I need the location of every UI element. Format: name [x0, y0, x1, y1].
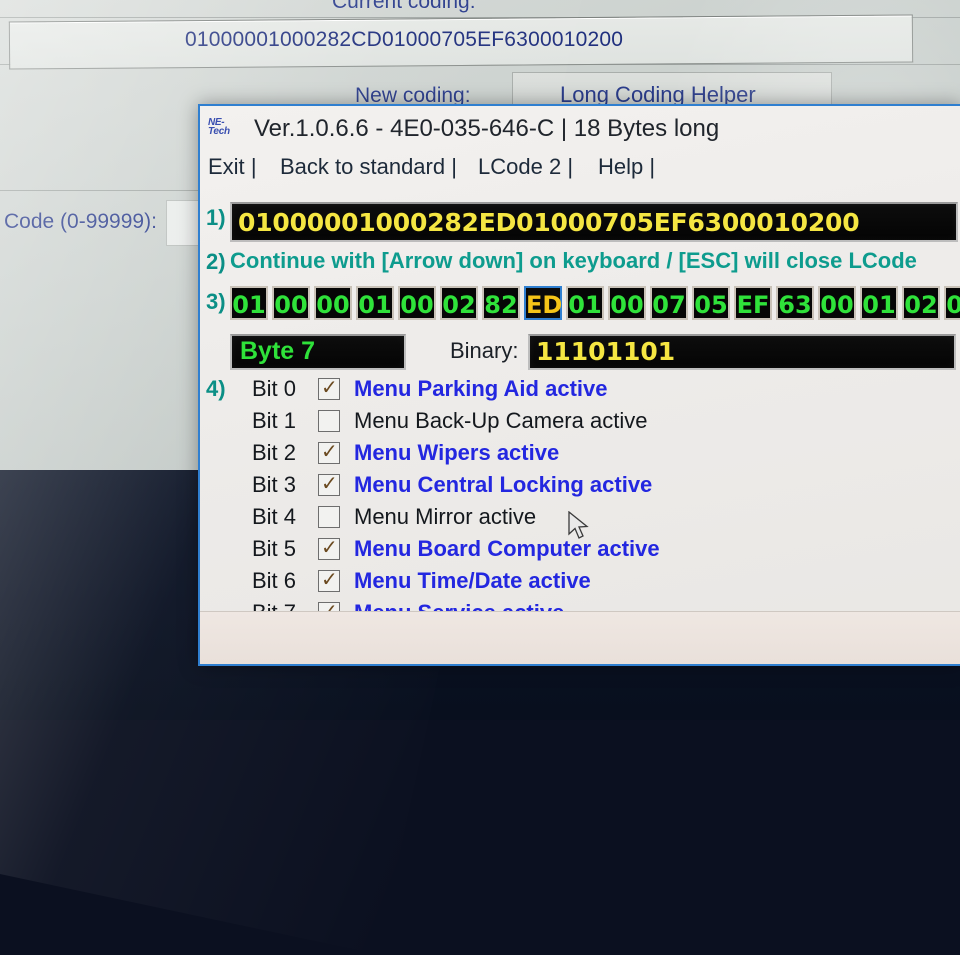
check-icon: ✓ [321, 535, 338, 559]
bit-label-0: Bit 0 [252, 376, 297, 401]
lcode-window: NE- Tech Ver.1.0.6.6 - 4E0-035-646-C | 1… [198, 104, 960, 666]
selected-byte-label: Byte 7 [240, 337, 316, 365]
check-icon: ✓ [321, 567, 338, 591]
step-number-2: 2) [206, 249, 226, 274]
bit-checkbox-4[interactable] [318, 506, 340, 528]
bit-checkbox-5[interactable]: ✓ [318, 535, 340, 560]
netech-logo: NE- Tech [208, 118, 230, 137]
byte-cell-0[interactable]: 01 [230, 286, 268, 320]
bit-label-4: Bit 4 [252, 504, 297, 529]
long-code-value: 01000001000282ED01000705EF6300010200 [238, 208, 860, 237]
bit-row-1: Bit 1 Menu Back-Up Camera active [230, 406, 930, 438]
binary-value: 11101101 [536, 337, 676, 366]
byte-cell-14[interactable]: 00 [818, 286, 856, 320]
bit-checkbox-1[interactable] [318, 410, 340, 432]
bit-list: Bit 0 ✓ Menu Parking Aid active Bit 1 Menu B… [230, 374, 930, 630]
photographed-screen: Current coding: 01000001000282CD01000705… [0, 0, 960, 955]
bit-description-3: Menu Central Locking active [354, 472, 653, 497]
bit-description-0: Menu Parking Aid active [354, 376, 608, 401]
byte-cell-4[interactable]: 00 [398, 286, 436, 320]
long-code-field[interactable]: 01000001000282ED01000705EF6300010200 [230, 202, 958, 242]
current-coding-value: 01000001000282CD01000705EF6300010200 [185, 28, 624, 51]
check-icon: ✓ [321, 439, 338, 463]
check-icon: ✓ [321, 471, 338, 495]
bit-label-3: Bit 3 [252, 472, 297, 497]
byte-cell-5[interactable]: 02 [440, 286, 478, 320]
bit-label-1: Bit 1 [252, 408, 297, 433]
instruction-text: Continue with [Arrow down] on keyboard /… [230, 248, 917, 273]
menu-sep-0: | [250, 154, 257, 179]
bit-checkbox-2[interactable]: ✓ [318, 439, 340, 464]
lcode-bottom-panel [200, 611, 960, 664]
menu-item-exit[interactable]: Exit | [208, 154, 257, 180]
lcode-titlebar: NE- Tech Ver.1.0.6.6 - 4E0-035-646-C | 1… [200, 106, 960, 154]
code-range-label: Code (0-99999): [4, 210, 157, 233]
byte-row: 01000001000282ED01000705EF6300010200 [230, 286, 960, 324]
bit-description-5: Menu Board Computer active [354, 536, 660, 561]
bit-row-6: Bit 6 ✓ Menu Time/Date active [230, 566, 930, 598]
byte-cell-1[interactable]: 00 [272, 286, 310, 320]
menu-item-exit-label: Exit [208, 154, 245, 179]
menu-item-back-to-standard[interactable]: Back to standard | [280, 154, 457, 180]
byte-cell-6[interactable]: 82 [482, 286, 520, 320]
step-number-3: 3) [206, 289, 226, 314]
lcode-title: Ver.1.0.6.6 - 4E0-035-646-C | 18 Bytes l… [254, 115, 720, 142]
bit-row-4: Bit 4 Menu Mirror active [230, 502, 930, 534]
menu-sep-3: | [649, 154, 656, 179]
bit-label-5: Bit 5 [252, 536, 297, 561]
byte-cell-11[interactable]: 05 [692, 286, 730, 320]
menu-sep-1: | [451, 154, 457, 179]
byte-cell-8[interactable]: 01 [566, 286, 604, 320]
menu-sep-2: | [567, 154, 574, 179]
byte-cell-3[interactable]: 01 [356, 286, 394, 320]
byte-cell-9[interactable]: 00 [608, 286, 646, 320]
byte-cell-16[interactable]: 02 [902, 286, 940, 320]
bit-description-4: Menu Mirror active [354, 504, 537, 529]
selected-byte-field: Byte 7 [230, 334, 406, 370]
bit-label-6: Bit 6 [252, 568, 297, 593]
byte-cell-7[interactable]: ED [524, 286, 562, 320]
step-number-4: 4) [206, 376, 226, 401]
bit-row-5: Bit 5 ✓ Menu Board Computer active [230, 534, 930, 566]
bit-checkbox-3[interactable]: ✓ [318, 471, 340, 496]
byte-cell-12[interactable]: EF [734, 286, 772, 320]
bit-row-2: Bit 2 ✓ Menu Wipers active [230, 438, 930, 470]
lcode-menubar: Exit | Back to standard | LCode 2 | Help… [200, 154, 960, 192]
bit-checkbox-6[interactable]: ✓ [318, 567, 340, 592]
step-number-1: 1) [206, 205, 226, 230]
byte-cell-10[interactable]: 07 [650, 286, 688, 320]
binary-field: 11101101 [528, 334, 956, 370]
bit-row-0: Bit 0 ✓ Menu Parking Aid active [230, 374, 930, 406]
bit-description-2: Menu Wipers active [354, 440, 560, 465]
byte-cell-17[interactable]: 00 [944, 286, 960, 320]
current-coding-label: Current coding: [332, 0, 476, 13]
bit-label-2: Bit 2 [252, 440, 297, 465]
menu-item-back-to-standard-label: Back to standard [280, 154, 446, 179]
menu-item-help-label: Help [598, 154, 644, 179]
bit-description-1: Menu Back-Up Camera active [354, 408, 648, 433]
check-icon: ✓ [321, 375, 338, 399]
menu-item-help[interactable]: Help | [598, 154, 655, 180]
binary-label: Binary: [450, 338, 519, 363]
byte-cell-15[interactable]: 01 [860, 286, 898, 320]
bit-description-6: Menu Time/Date active [354, 568, 591, 593]
bit-row-3: Bit 3 ✓ Menu Central Locking active [230, 470, 930, 502]
bit-checkbox-0[interactable]: ✓ [318, 375, 340, 400]
logo-line-2: Tech [208, 126, 230, 137]
menu-item-lcode-2-label: LCode 2 [478, 154, 562, 179]
byte-cell-2[interactable]: 00 [314, 286, 352, 320]
menu-item-lcode-2[interactable]: LCode 2 | [478, 154, 573, 180]
byte-cell-13[interactable]: 63 [776, 286, 814, 320]
